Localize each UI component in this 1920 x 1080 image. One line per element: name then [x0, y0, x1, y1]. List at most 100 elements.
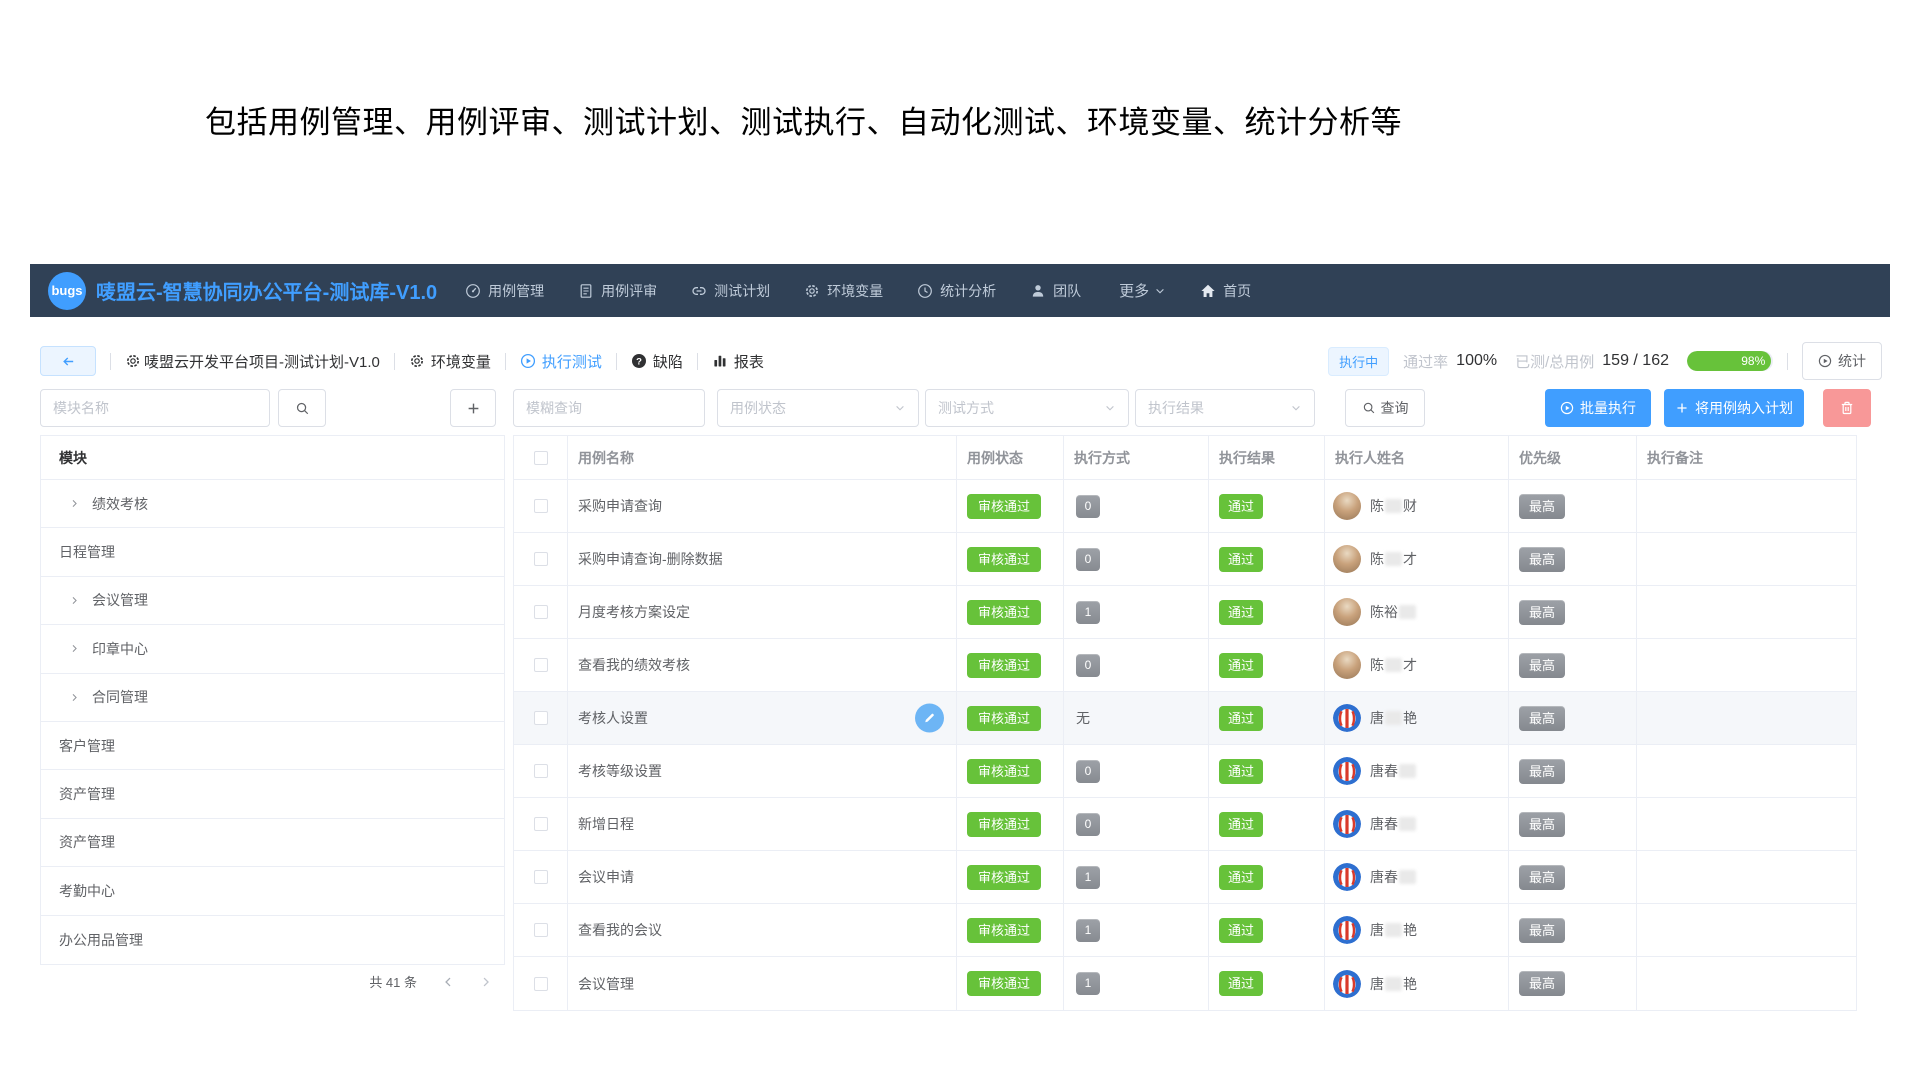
sidebar-item-客户管理[interactable]: 客户管理 — [41, 722, 504, 770]
exec-result-badge: 通过 — [1219, 971, 1263, 996]
divider — [1787, 353, 1788, 370]
table-row[interactable]: 新增日程 审核通过 0 通过 唐春 最高 — [514, 798, 1856, 851]
play-circle-icon — [1818, 354, 1832, 368]
nav-item-label: 统计分析 — [940, 281, 996, 301]
sidebar-item-绩效考核[interactable]: 绩效考核 — [41, 480, 504, 528]
sidebar-item-label: 资产管理 — [59, 832, 115, 852]
keyword-search-input[interactable] — [513, 389, 705, 427]
select-all-checkbox[interactable] — [534, 451, 548, 465]
sidebar-item-会议管理[interactable]: 会议管理 — [41, 577, 504, 625]
table-row[interactable]: 会议申请 审核通过 1 通过 唐春 最高 — [514, 851, 1856, 904]
redacted-text — [1385, 923, 1402, 937]
row-checkbox[interactable] — [534, 923, 548, 937]
sidebar-item-日程管理[interactable]: 日程管理 — [41, 528, 504, 576]
row-checkbox[interactable] — [534, 605, 548, 619]
sidebar-item-印章中心[interactable]: 印章中心 — [41, 625, 504, 673]
test-method-select-value: 测试方式 — [938, 398, 994, 418]
priority-badge: 最高 — [1519, 706, 1565, 731]
row-checkbox[interactable] — [534, 764, 548, 778]
nav-item-团队[interactable]: 团队 — [1030, 281, 1081, 301]
toolbar-tab-缺陷[interactable]: ?缺陷 — [631, 351, 683, 372]
sidebar-item-考勤中心[interactable]: 考勤中心 — [41, 867, 504, 915]
arrow-left-icon — [61, 354, 76, 369]
chevron-down-icon — [1290, 402, 1302, 414]
sidebar-item-资产管理[interactable]: 资产管理 — [41, 819, 504, 867]
exec-result-badge: 通过 — [1219, 706, 1263, 731]
nav-item-label: 环境变量 — [827, 281, 883, 301]
table-row[interactable]: 月度考核方案设定 审核通过 1 通过 陈裕 最高 — [514, 586, 1856, 639]
toolbar-tab-label: 报表 — [734, 351, 764, 372]
table-row[interactable]: 会议管理 审核通过 1 通过 唐艳 最高 — [514, 957, 1856, 1010]
sub-toolbar: 唛盟云开发平台项目-测试计划-V1.0 环境变量执行测试?缺陷报表 执行中 通过… — [30, 340, 1890, 382]
nav-item-用例评审[interactable]: 用例评审 — [578, 281, 657, 301]
table-row[interactable]: 查看我的绩效考核 审核通过 0 通过 陈才 最高 — [514, 639, 1856, 692]
row-checkbox[interactable] — [534, 817, 548, 831]
nav-item-统计分析[interactable]: 统计分析 — [917, 281, 996, 301]
exec-method-badge: 0 — [1076, 760, 1100, 783]
case-name: 考核等级设置 — [578, 761, 662, 781]
toolbar-tab-环境变量[interactable]: 环境变量 — [409, 351, 491, 372]
table-body: 采购申请查询 审核通过 0 通过 陈财 最高 采购申请查询-删除数据 审核通过 … — [514, 480, 1856, 1010]
exec-result-select[interactable]: 执行结果 — [1135, 389, 1315, 427]
executor-name: 唐春 — [1370, 867, 1417, 887]
nav-item-测试计划[interactable]: 测试计划 — [691, 281, 770, 301]
avatar — [1333, 970, 1361, 998]
question-circle-icon: ? — [631, 353, 647, 369]
case-status-badge: 审核通过 — [967, 547, 1041, 572]
priority-badge: 最高 — [1519, 494, 1565, 519]
table-row[interactable]: 采购申请查询-删除数据 审核通过 0 通过 陈才 最高 — [514, 533, 1856, 586]
toolbar-tab-报表[interactable]: 报表 — [712, 351, 764, 372]
row-checkbox[interactable] — [534, 658, 548, 672]
table-row[interactable]: 考核等级设置 审核通过 0 通过 唐春 最高 — [514, 745, 1856, 798]
nav-item-用例管理[interactable]: 用例管理 — [465, 281, 544, 301]
delete-button[interactable] — [1823, 389, 1871, 427]
progress-fill: 98% — [1687, 351, 1771, 371]
table-row[interactable]: 采购申请查询 审核通过 0 通过 陈财 最高 — [514, 480, 1856, 533]
case-status-select[interactable]: 用例状态 — [717, 389, 919, 427]
row-checkbox[interactable] — [534, 711, 548, 725]
edit-button[interactable] — [915, 704, 944, 733]
executor-name: 陈财 — [1370, 496, 1417, 516]
priority-badge: 最高 — [1519, 653, 1565, 678]
test-method-select[interactable]: 测试方式 — [925, 389, 1129, 427]
row-checkbox[interactable] — [534, 870, 548, 884]
query-button-label: 查询 — [1381, 398, 1409, 418]
row-checkbox[interactable] — [534, 977, 548, 991]
sidebar-item-合同管理[interactable]: 合同管理 — [41, 674, 504, 722]
redacted-text — [1399, 817, 1416, 831]
executor-name: 唐春 — [1370, 814, 1417, 834]
prev-page-button[interactable] — [441, 975, 455, 989]
row-checkbox[interactable] — [534, 499, 548, 513]
batch-run-button[interactable]: 批量执行 — [1545, 389, 1651, 427]
sidebar-item-办公用品管理[interactable]: 办公用品管理 — [41, 916, 504, 964]
priority-badge: 最高 — [1519, 759, 1565, 784]
add-module-button[interactable] — [450, 389, 496, 427]
nav-home[interactable]: 首页 — [1200, 281, 1251, 301]
sidebar-item-资产管理[interactable]: 资产管理 — [41, 770, 504, 818]
module-search-button[interactable] — [278, 389, 326, 427]
case-status-badge: 审核通过 — [967, 812, 1041, 837]
gear-icon — [409, 353, 425, 369]
nav-item-label: 团队 — [1053, 281, 1081, 301]
svg-text:?: ? — [636, 356, 642, 367]
toolbar-tabs: 环境变量 执行测试 ?缺陷 报表 — [380, 351, 764, 372]
toolbar-tab-执行测试[interactable]: 执行测试 — [520, 351, 602, 372]
nav-item-环境变量[interactable]: 环境变量 — [804, 281, 883, 301]
back-button[interactable] — [40, 346, 96, 376]
avatar — [1333, 598, 1361, 626]
module-search-input[interactable] — [40, 389, 270, 427]
add-to-plan-button[interactable]: 将用例纳入计划 — [1664, 389, 1804, 427]
avatar — [1333, 704, 1361, 732]
table-row[interactable]: 考核人设置 审核通过 无 通过 唐艳 最高 — [514, 692, 1856, 745]
redacted-text — [1385, 658, 1402, 672]
row-checkbox[interactable] — [534, 552, 548, 566]
table-row[interactable]: 查看我的会议 审核通过 1 通过 唐艳 最高 — [514, 904, 1856, 957]
main-nav: 用例管理 用例评审 测试计划 环境变量 统计分析 团队 — [465, 281, 1081, 301]
next-page-button[interactable] — [479, 975, 493, 989]
nav-more[interactable]: 更多 — [1119, 280, 1166, 301]
case-name: 采购申请查询-删除数据 — [578, 549, 723, 569]
nav-more-label: 更多 — [1119, 280, 1149, 301]
stats-button[interactable]: 统计 — [1802, 342, 1882, 380]
query-button[interactable]: 查询 — [1345, 389, 1425, 427]
case-name: 会议申请 — [578, 867, 634, 887]
